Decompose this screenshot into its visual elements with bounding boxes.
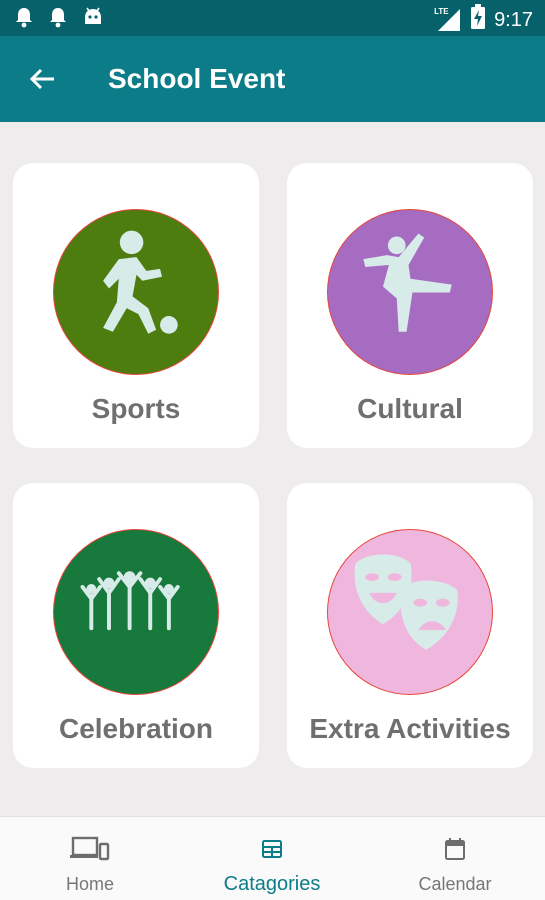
- category-card-cultural[interactable]: Cultural: [287, 163, 533, 448]
- category-card-celebration[interactable]: Celebration: [13, 483, 259, 768]
- back-arrow-icon: [29, 68, 54, 90]
- app-bar: School Event: [0, 36, 545, 122]
- category-icon-circle: [53, 529, 219, 695]
- category-card-sports[interactable]: Sports: [13, 163, 259, 448]
- nav-label: Home: [65, 874, 114, 894]
- devices-icon: [70, 835, 110, 863]
- category-card-extra-activities[interactable]: Extra Activities: [287, 483, 533, 768]
- category-label: Celebration: [58, 713, 214, 744]
- nav-item-home[interactable]: Home: [38, 817, 142, 900]
- back-button[interactable]: [20, 57, 64, 101]
- category-icon-circle: [53, 209, 219, 375]
- nav-item-calendar[interactable]: Calendar: [405, 817, 505, 900]
- network-type-label: LTE: [434, 6, 449, 16]
- status-time: 9:17: [494, 8, 533, 31]
- category-label: Cultural: [357, 393, 463, 424]
- notification-bell-icon: [14, 6, 34, 33]
- category-icon-circle: [327, 209, 493, 375]
- category-label: Sports: [91, 393, 181, 424]
- status-system: LTE 9:17: [434, 4, 533, 35]
- status-bar: LTE 9:17: [0, 0, 545, 36]
- status-notifications: [14, 6, 104, 33]
- nav-item-catagories[interactable]: Catagories: [212, 817, 332, 900]
- nav-label: Calendar: [418, 874, 492, 894]
- page-title: School Event: [108, 63, 286, 94]
- soccer-player-icon: [103, 230, 178, 334]
- nav-label: Catagories: [223, 873, 321, 895]
- calendar-icon: [445, 835, 465, 863]
- grid-table-icon: [262, 835, 282, 863]
- lte-signal-icon: LTE: [434, 7, 462, 33]
- cheering-crowd-icon: [80, 571, 180, 631]
- android-icon: [82, 6, 104, 33]
- ballet-dancer-icon: [363, 233, 452, 332]
- theater-masks-icon: [354, 554, 458, 650]
- category-icon-circle: [327, 529, 493, 695]
- bottom-navigation: Home Catagories Calendar: [0, 816, 545, 900]
- battery-charging-icon: [470, 4, 486, 35]
- category-label: Extra Activities: [309, 713, 511, 744]
- notification-bell-icon: [48, 6, 68, 33]
